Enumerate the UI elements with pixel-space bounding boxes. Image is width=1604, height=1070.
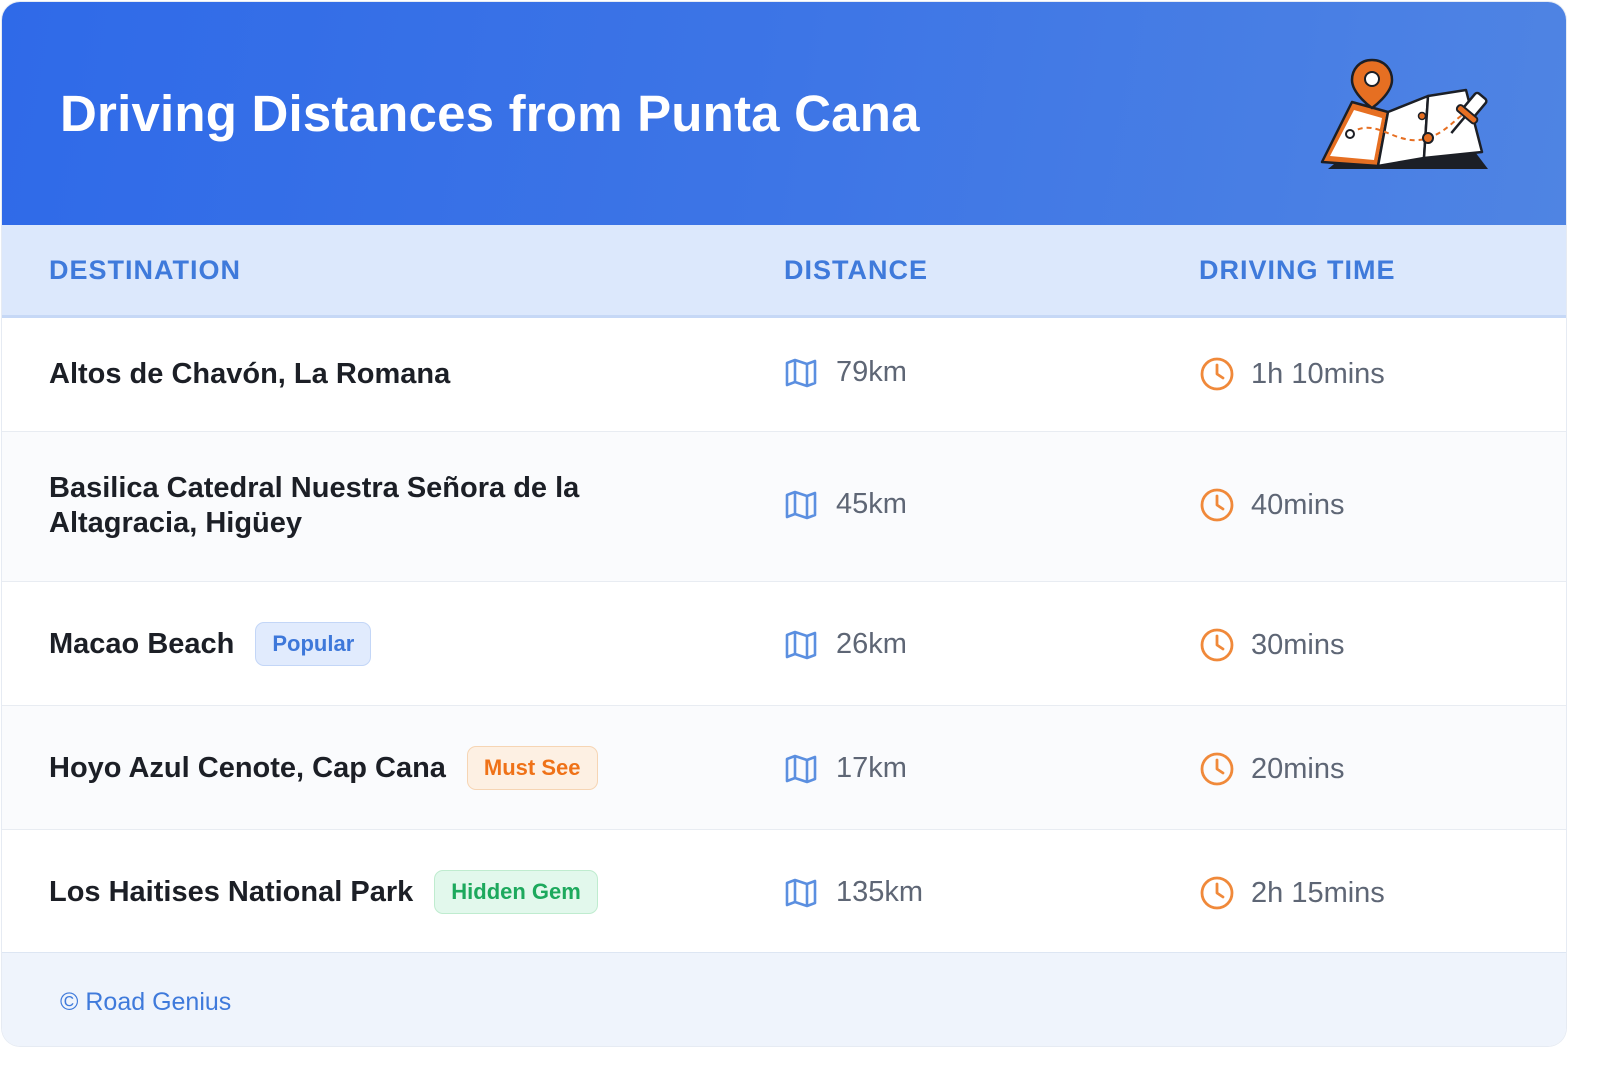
distance-cell: 79km	[784, 356, 907, 389]
table-row: Hoyo Azul Cenote, Cap Cana Must See 17km…	[2, 706, 1566, 830]
time-value: 1h 10mins	[1251, 357, 1385, 390]
destination-name: Hoyo Azul Cenote, Cap Cana	[49, 751, 446, 784]
table-row: Altos de Chavón, La Romana 79km 1h 10min…	[2, 318, 1566, 432]
distance-card: Driving Distances from Punta Cana DESTIN…	[2, 2, 1566, 1046]
distance-value: 26km	[836, 628, 907, 660]
distance-value: 17km	[836, 752, 907, 784]
clock-icon	[1200, 357, 1234, 391]
column-header-driving-time: DRIVING TIME	[1199, 255, 1396, 285]
map-with-pins-icon	[1320, 58, 1488, 169]
time-cell: 40mins	[1199, 487, 1345, 523]
must-see-badge: Must See	[466, 746, 598, 790]
destination-cell: Hoyo Azul Cenote, Cap Cana Must See	[49, 746, 598, 790]
hidden-gem-badge: Hidden Gem	[434, 870, 598, 914]
table-row: Los Haitises National Park Hidden Gem 13…	[2, 830, 1566, 952]
distance-cell: 45km	[784, 488, 907, 521]
distance-cell: 135km	[784, 876, 923, 909]
copyright-credit: © Road Genius	[60, 988, 232, 1016]
column-header-destination: DESTINATION	[49, 255, 241, 285]
distance-cell: 26km	[784, 628, 907, 661]
destination-name: Macao Beach	[49, 627, 235, 660]
map-icon	[785, 878, 817, 907]
column-header-distance: DISTANCE	[784, 255, 929, 285]
table-row: Macao Beach Popular 26km 30mins	[2, 582, 1566, 706]
destination-name: Basilica Catedral Nuestra Señora de la A…	[49, 472, 580, 539]
table-row: Basilica Catedral Nuestra Señora de la A…	[2, 432, 1566, 582]
distance-value: 79km	[836, 356, 907, 388]
time-cell: 2h 15mins	[1199, 875, 1385, 911]
destination-cell: Altos de Chavón, La Romana	[49, 357, 450, 392]
destination-cell: Los Haitises National Park Hidden Gem	[49, 870, 598, 914]
destination-cell: Macao Beach Popular	[49, 622, 372, 666]
time-value: 30mins	[1251, 628, 1345, 661]
map-icon	[785, 630, 817, 659]
distance-value: 135km	[836, 876, 924, 908]
clock-icon	[1200, 752, 1234, 786]
clock-icon	[1200, 488, 1234, 522]
distance-cell: 17km	[784, 752, 907, 785]
clock-icon	[1200, 628, 1234, 662]
distance-value: 45km	[836, 488, 907, 520]
table-header: DESTINATION DISTANCE DRIVING TIME	[2, 225, 1566, 318]
map-icon	[785, 754, 817, 783]
time-cell: 30mins	[1199, 627, 1345, 663]
time-cell: 1h 10mins	[1199, 356, 1385, 392]
time-value: 2h 15mins	[1251, 876, 1385, 909]
destination-cell: Basilica Catedral Nuestra Señora de la A…	[49, 471, 649, 541]
time-value: 20mins	[1251, 752, 1345, 785]
destination-name: Altos de Chavón, La Romana	[49, 358, 451, 390]
map-icon	[785, 490, 817, 519]
card-header: Driving Distances from Punta Cana	[2, 2, 1566, 225]
map-icon	[785, 358, 817, 387]
time-cell: 20mins	[1199, 751, 1345, 787]
clock-icon	[1200, 876, 1234, 910]
popular-badge: Popular	[255, 622, 372, 666]
time-value: 40mins	[1251, 488, 1345, 521]
card-footer: © Road Genius	[2, 952, 1566, 1046]
destination-name: Los Haitises National Park	[49, 875, 414, 908]
page-title: Driving Distances from Punta Cana	[60, 85, 920, 142]
